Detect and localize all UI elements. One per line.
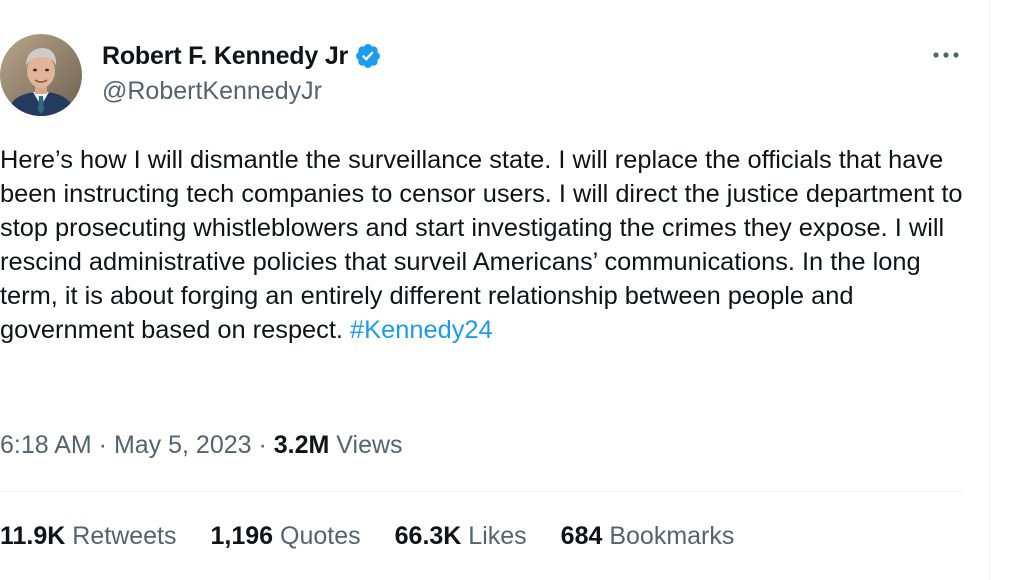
- views-stat[interactable]: 3.2M Views: [274, 431, 403, 459]
- likes-label: Likes: [461, 522, 527, 550]
- verified-badge-icon[interactable]: [354, 42, 382, 70]
- bookmarks-count: 684: [560, 522, 603, 550]
- more-options-button[interactable]: [928, 40, 964, 70]
- views-label: Views: [329, 431, 403, 459]
- more-horizontal-icon: [933, 52, 959, 58]
- quotes-stat[interactable]: 1,196 Quotes: [211, 520, 361, 552]
- retweets-label: Retweets: [65, 522, 177, 550]
- retweets-count: 11.9K: [0, 522, 66, 550]
- author-display-name[interactable]: Robert F. Kennedy Jr: [102, 41, 382, 71]
- engagement-stats: 11.9K Retweets 1,196 Quotes 66.3K Likes …: [0, 520, 768, 552]
- author-handle[interactable]: @RobertKennedyJr: [102, 76, 322, 106]
- avatar[interactable]: [0, 34, 82, 116]
- divider: [0, 491, 962, 492]
- quotes-label: Quotes: [273, 522, 361, 550]
- bookmarks-label: Bookmarks: [602, 522, 735, 550]
- views-count: 3.2M: [273, 431, 330, 459]
- display-name-text: Robert F. Kennedy Jr: [102, 42, 349, 70]
- profile-photo-icon: [0, 34, 82, 116]
- tweet-meta: 6:18 AM · May 5, 2023 · 3.2M Views: [0, 429, 403, 461]
- tweet-body: Here’s how I will dismantle the surveill…: [0, 146, 970, 344]
- retweets-stat[interactable]: 11.9K Retweets: [0, 520, 177, 552]
- bookmarks-stat[interactable]: 684 Bookmarks: [561, 520, 735, 552]
- meta-separator: ·: [91, 431, 114, 459]
- likes-stat[interactable]: 66.3K Likes: [395, 520, 527, 552]
- tweet-text: Here’s how I will dismantle the surveill…: [0, 143, 975, 347]
- hashtag-link[interactable]: #Kennedy24: [350, 316, 493, 344]
- tweet-date[interactable]: May 5, 2023: [114, 431, 252, 459]
- tweet-time[interactable]: 6:18 AM: [0, 431, 92, 459]
- likes-count: 66.3K: [394, 522, 462, 550]
- quotes-count: 1,196: [210, 522, 274, 550]
- meta-separator: ·: [251, 431, 274, 459]
- column-border: [989, 0, 990, 580]
